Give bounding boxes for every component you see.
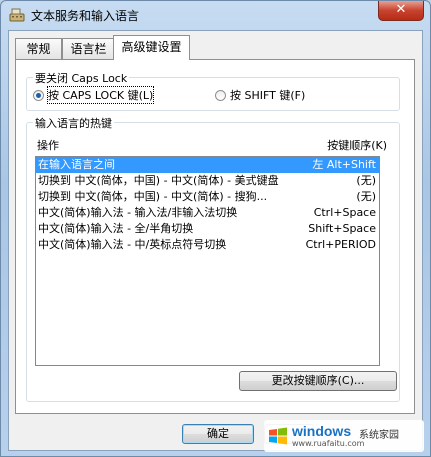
hotkeys-group: 输入语言的热键 操作 按键顺序(K) 在输入语言之间 左 Alt+Shift 切… <box>26 115 400 402</box>
hotkeys-group-title: 输入语言的热键 <box>33 115 114 131</box>
column-header-action: 操作 <box>37 139 59 152</box>
hotkey-action: 切换到 中文(简体，中国) - 中文(简体) - 美式键盘 <box>38 174 279 187</box>
radio-shift-indicator[interactable] <box>215 89 226 101</box>
radio-shift[interactable]: 按 SHIFT 键(F) <box>215 87 305 103</box>
hotkey-key: Shift+Space <box>308 222 376 235</box>
hotkey-key: 左 Alt+Shift <box>312 158 376 171</box>
ok-button[interactable]: 确定 <box>182 424 254 444</box>
list-item[interactable]: 中文(简体)输入法 - 全/半角切换 Shift+Space <box>36 221 379 237</box>
hotkey-list[interactable]: 在输入语言之间 左 Alt+Shift 切换到 中文(简体，中国) - 中文(简… <box>35 156 380 366</box>
watermark-sub: 系统家园 <box>359 430 399 441</box>
title-bar[interactable]: 文本服务和输入语言 ✕ <box>1 1 430 29</box>
tab-advanced-key-settings[interactable]: 高级键设置 <box>113 35 190 60</box>
hotkey-key: (无) <box>356 174 376 187</box>
column-header-key-sequence: 按键顺序(K) <box>327 139 387 152</box>
radio-caps-lock-label: 按 CAPS LOCK 键(L) <box>46 86 155 104</box>
hotkey-action: 中文(简体)输入法 - 输入法/非输入法切换 <box>38 206 238 219</box>
list-item[interactable]: 中文(简体)输入法 - 输入法/非输入法切换 Ctrl+Space <box>36 205 379 221</box>
radio-caps-lock[interactable]: 按 CAPS LOCK 键(L) <box>33 86 155 104</box>
watermark-url: www.ruafaitu.com <box>292 439 365 448</box>
hotkey-action: 中文(简体)输入法 - 全/半角切换 <box>38 222 194 235</box>
tab-general-label: 常规 <box>26 42 51 56</box>
change-key-sequence-button[interactable]: 更改按键顺序(C)... <box>239 371 397 391</box>
list-item[interactable]: 在输入语言之间 左 Alt+Shift <box>36 157 379 173</box>
window-title: 文本服务和输入语言 <box>31 9 140 23</box>
hotkey-action: 在输入语言之间 <box>38 158 115 171</box>
hotkey-key: (无) <box>356 190 376 203</box>
hotkey-key: Ctrl+Space <box>313 206 376 219</box>
windows-logo-icon <box>269 427 287 445</box>
tab-advanced-key-settings-label: 高级键设置 <box>121 40 182 54</box>
close-button[interactable]: ✕ <box>378 1 424 21</box>
watermark-brand: windows <box>292 423 352 439</box>
tab-language-bar[interactable]: 语言栏 <box>62 38 115 59</box>
hotkey-key: Ctrl+PERIOD <box>305 238 376 251</box>
hotkey-action: 切换到 中文(简体，中国) - 中文(简体) - 搜狗... <box>38 190 268 203</box>
tab-language-bar-label: 语言栏 <box>70 42 107 56</box>
caps-lock-group: 要关闭 Caps Lock 按 CAPS LOCK 键(L) 按 SHIFT 键… <box>26 70 400 111</box>
radio-caps-lock-indicator[interactable] <box>33 89 44 101</box>
dialog-client: 常规 语言栏 高级键设置 要关闭 Caps Lock 按 CAPS LOCK 键… <box>8 30 423 451</box>
watermark: windows 系统家园 www.ruafaitu.com <box>264 420 424 452</box>
keyboard-icon <box>9 8 25 22</box>
tab-general[interactable]: 常规 <box>15 38 62 59</box>
list-item[interactable]: 切换到 中文(简体，中国) - 中文(简体) - 美式键盘 (无) <box>36 173 379 189</box>
dialog-window: 文本服务和输入语言 ✕ 常规 语言栏 高级键设置 要关闭 Caps Lock 按… <box>0 0 431 457</box>
radio-shift-label: 按 SHIFT 键(F) <box>230 89 306 102</box>
caps-lock-group-title: 要关闭 Caps Lock <box>33 70 130 86</box>
tab-panel: 要关闭 Caps Lock 按 CAPS LOCK 键(L) 按 SHIFT 键… <box>15 59 415 414</box>
hotkey-action: 中文(简体)输入法 - 中/英标点符号切换 <box>38 238 227 251</box>
list-item[interactable]: 中文(简体)输入法 - 中/英标点符号切换 Ctrl+PERIOD <box>36 237 379 253</box>
list-item[interactable]: 切换到 中文(简体，中国) - 中文(简体) - 搜狗... (无) <box>36 189 379 205</box>
close-icon: ✕ <box>395 2 407 17</box>
